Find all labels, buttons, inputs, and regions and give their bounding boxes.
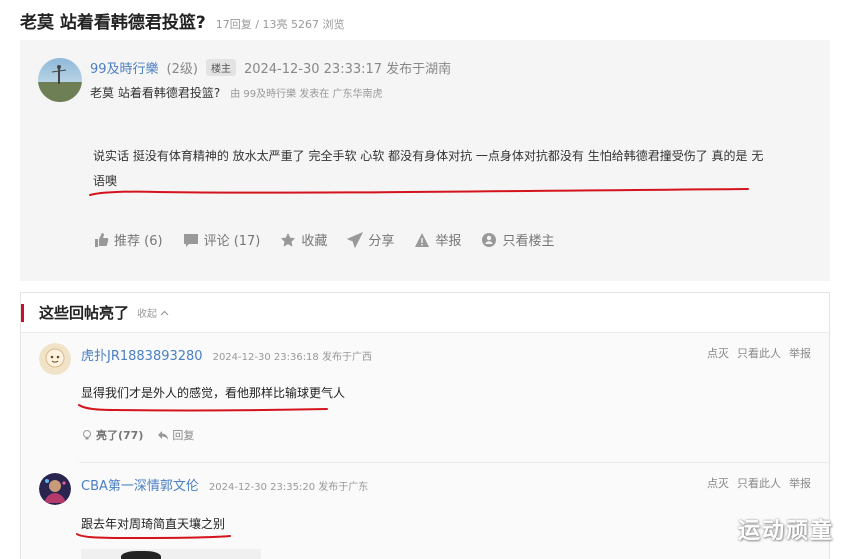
reply-author-link[interactable]: 虎扑JR1883893280 — [81, 345, 203, 364]
recommend-label: 推荐 (6) — [114, 234, 163, 249]
red-underline-mark — [76, 533, 231, 540]
collapse-label: 收起 — [137, 309, 158, 320]
reply-ops: 点灭 只看此人 举报 — [707, 345, 811, 361]
hot-replies-section: 这些回帖亮了 收起 虎扑JR1883893280 2024-12-30 23:3… — [20, 292, 830, 559]
original-post: 99及時行樂 (2级) 楼主 2024-12-30 23:33:17 发布于湖南… — [20, 40, 830, 281]
share-icon — [347, 231, 364, 248]
op-actions: 推荐 (6) 评论 (17) 收藏 分享 举报 只看楼主 — [93, 230, 574, 249]
avatar[interactable] — [39, 343, 71, 375]
image-thumbnail[interactable] — [81, 549, 261, 559]
favorite-button[interactable]: 收藏 — [280, 230, 327, 249]
only-this-user-link[interactable]: 只看此人 — [737, 345, 781, 361]
section-accent-bar — [21, 304, 24, 322]
dislike-link[interactable]: 点灭 — [707, 475, 729, 491]
favorite-label: 收藏 — [301, 234, 328, 249]
avatar[interactable] — [38, 58, 82, 102]
reply-button[interactable]: 回复 — [157, 427, 194, 443]
image-dark-shape — [121, 551, 161, 559]
only-this-user-link[interactable]: 只看此人 — [737, 475, 781, 491]
user-filter-icon — [482, 232, 497, 247]
chevron-up-icon — [160, 310, 169, 315]
reply-time: 2024-12-30 23:36:18 发布于广西 — [212, 352, 372, 363]
op-subtitle: 老莫 站着看韩德君投篮? — [90, 86, 221, 100]
reply-footer: 亮了(77) 回复 — [81, 427, 194, 443]
hot-replies-title: 这些回帖亮了 — [39, 304, 130, 322]
comment-icon — [183, 233, 198, 247]
reply-body: 显得我们才是外人的感觉，看他那样比输球更气人 — [81, 386, 346, 400]
reply-author-link[interactable]: CBA第一深情郭文伦 — [81, 475, 199, 494]
share-button[interactable]: 分享 — [347, 230, 394, 249]
report-link[interactable]: 举报 — [789, 475, 811, 491]
hot-replies-header: 这些回帖亮了 收起 — [21, 293, 829, 333]
collapse-button[interactable]: 收起 — [137, 305, 169, 320]
reply-time: 2024-12-30 23:35:20 发布于广东 — [208, 482, 369, 493]
red-underline-mark — [89, 188, 749, 196]
recommend-button[interactable]: 推荐 (6) — [93, 230, 163, 249]
reply-ops: 点灭 只看此人 举报 — [707, 475, 811, 491]
post-title: 老莫 站着看韩德君投篮? — [20, 13, 206, 33]
op-badge: 楼主 — [205, 59, 236, 76]
op-from[interactable]: 由 99及時行樂 发表在 广东华南虎 — [230, 85, 382, 100]
op-time: 2024-12-30 23:33:17 发布于湖南 — [243, 62, 452, 77]
thumbs-up-icon — [95, 232, 109, 247]
reply-arrow-icon — [158, 431, 169, 440]
avatar[interactable] — [39, 473, 71, 505]
comment-label: 评论 (17) — [203, 234, 261, 249]
dislike-link[interactable]: 点灭 — [707, 345, 729, 361]
avatar-photo-icon — [38, 65, 82, 102]
watermark: 运动顽童 — [737, 519, 834, 544]
report-label: 举报 — [435, 234, 462, 249]
only-op-button[interactable]: 只看楼主 — [481, 230, 554, 249]
post-stats: 17回复 / 13亮 5267 浏览 — [215, 18, 345, 31]
red-underline-mark — [78, 404, 328, 412]
reply-item: CBA第一深情郭文伦 2024-12-30 23:35:20 发布于广东 点灭 … — [21, 463, 829, 559]
post-header: 老莫 站着看韩德君投篮? 17回复 / 13亮 5267 浏览 — [20, 8, 345, 33]
lightbulb-icon — [83, 430, 91, 440]
reply-body: 跟去年对周琦简直天壤之别 — [81, 517, 226, 531]
comment-button[interactable]: 评论 (17) — [183, 230, 261, 249]
report-button[interactable]: 举报 — [414, 230, 461, 249]
light-button[interactable]: 亮了(77) — [81, 427, 143, 443]
star-icon — [281, 232, 296, 247]
light-count: 亮了(77) — [96, 429, 144, 442]
warning-icon — [415, 232, 430, 247]
report-link[interactable]: 举报 — [789, 345, 811, 361]
share-label: 分享 — [368, 234, 395, 249]
reply-item: 虎扑JR1883893280 2024-12-30 23:36:18 发布于广西… — [21, 333, 829, 463]
op-author-link[interactable]: 99及時行樂 — [90, 58, 159, 77]
op-level: (2级) — [166, 62, 198, 77]
only-op-label: 只看楼主 — [502, 234, 555, 249]
reply-label: 回复 — [172, 429, 195, 442]
